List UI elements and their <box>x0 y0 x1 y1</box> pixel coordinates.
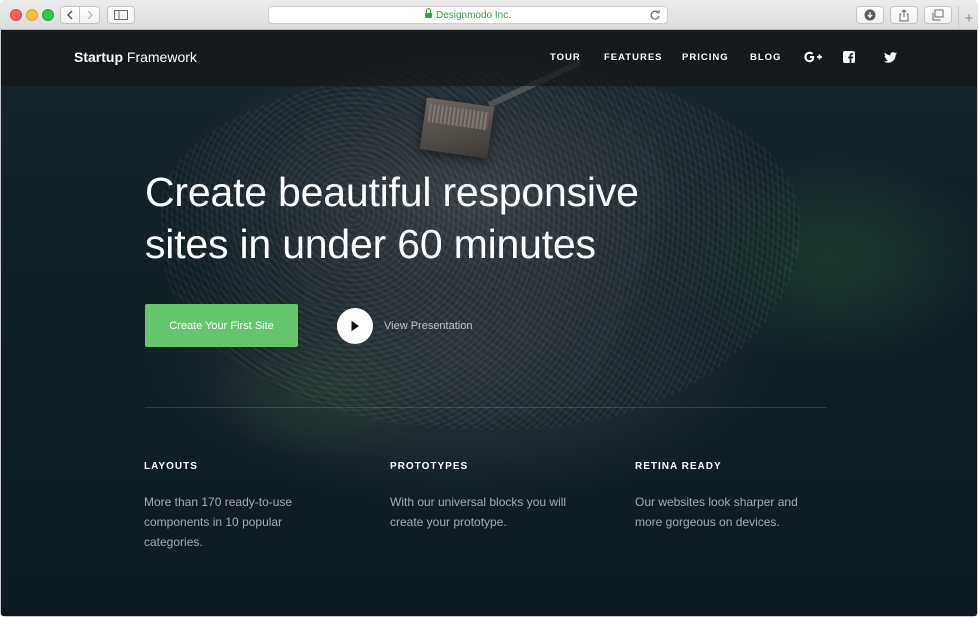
address-url: Designmodo Inc. <box>435 9 512 21</box>
tabs-icon <box>932 9 944 21</box>
brand-bold-text: Startup <box>74 49 123 65</box>
plus-icon: + <box>964 9 974 27</box>
close-window-button[interactable] <box>10 9 22 21</box>
feature-title-prototypes: PROTOTYPES <box>390 461 469 472</box>
chevron-right-icon <box>86 10 93 20</box>
twitter-icon[interactable] <box>881 48 899 66</box>
show-tabs-button[interactable] <box>924 6 952 24</box>
nav-item-blog[interactable]: BLOG <box>750 52 781 63</box>
page-viewport: Startup Framework TOUR FEATURES PRICING … <box>1 30 977 616</box>
top-navigation: Startup Framework TOUR FEATURES PRICING … <box>1 30 977 86</box>
brand-regular-text: Framework <box>123 49 197 65</box>
browser-window: Designmodo Inc. + Startup Framework TOUR… <box>0 0 978 617</box>
new-tab-button[interactable]: + <box>958 6 978 30</box>
browser-titlebar: Designmodo Inc. + <box>0 0 978 30</box>
feature-text-retina-ready: Our websites look sharper and more gorge… <box>635 495 798 529</box>
address-bar[interactable]: Designmodo Inc. <box>268 6 668 24</box>
create-first-site-button[interactable]: Create Your First Site <box>145 304 298 347</box>
forward-button[interactable] <box>80 6 100 24</box>
nav-item-pricing[interactable]: PRICING <box>682 52 729 63</box>
share-button[interactable] <box>890 6 918 24</box>
google-plus-icon[interactable] <box>803 48 825 66</box>
feature-text-layouts: More than 170 ready-to-use components in… <box>144 495 293 549</box>
back-button[interactable] <box>60 6 80 24</box>
facebook-icon[interactable] <box>840 48 858 66</box>
hero-headline-line1: Create beautiful responsive <box>145 169 639 215</box>
reload-icon[interactable] <box>649 9 661 21</box>
share-icon <box>899 8 909 21</box>
sidebar-icon <box>114 10 128 20</box>
chevron-left-icon <box>66 10 73 20</box>
zoom-window-button[interactable] <box>42 9 54 21</box>
feature-title-retina-ready: RETINA READY <box>635 461 722 472</box>
feature-text-prototypes: With our universal blocks you will creat… <box>390 495 567 529</box>
view-presentation-link[interactable]: View Presentation <box>384 320 472 332</box>
play-presentation-button[interactable] <box>337 308 373 344</box>
download-icon <box>864 9 876 21</box>
feature-title-layouts: LAYOUTS <box>144 461 198 472</box>
lock-icon <box>424 8 432 19</box>
nav-item-tour[interactable]: TOUR <box>550 52 581 63</box>
hero-headline-line2: sites in under 60 minutes <box>145 221 596 267</box>
brand-logo[interactable]: Startup Framework <box>74 49 197 65</box>
hero-headline: Create beautiful responsive sites in und… <box>145 166 765 270</box>
nav-item-features[interactable]: FEATURES <box>604 52 663 63</box>
play-icon <box>351 320 359 332</box>
minimize-window-button[interactable] <box>26 9 38 21</box>
downloads-button[interactable] <box>856 6 884 24</box>
section-divider <box>145 407 827 408</box>
sidebar-toggle-button[interactable] <box>107 6 135 24</box>
